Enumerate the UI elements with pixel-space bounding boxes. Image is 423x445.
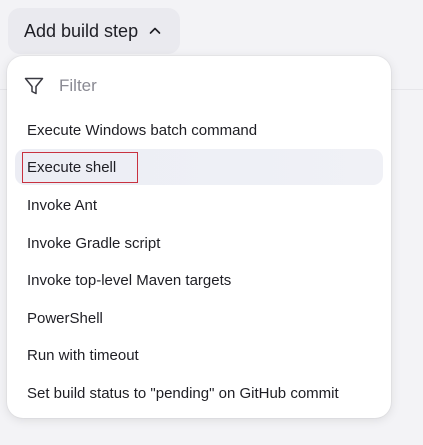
chevron-up-icon <box>148 24 162 38</box>
page: Add build step Execute Windows batch com… <box>0 0 423 445</box>
menu-item-label: Set build status to "pending" on GitHub … <box>27 384 339 402</box>
menu-item-label: Execute Windows batch command <box>27 121 258 139</box>
filter-input[interactable] <box>59 76 339 96</box>
menu-item-set-build-status-pending[interactable]: Set build status to "pending" on GitHub … <box>15 375 383 411</box>
build-step-dropdown: Execute Windows batch command Execute sh… <box>7 56 391 418</box>
filter-icon <box>23 75 45 97</box>
menu-item-label: Execute shell <box>27 158 117 176</box>
menu-item-powershell[interactable]: PowerShell <box>15 300 383 336</box>
menu-item-label: Invoke top-level Maven targets <box>27 271 232 289</box>
add-build-step-label: Add build step <box>24 20 139 41</box>
menu-item-execute-windows-batch-command[interactable]: Execute Windows batch command <box>15 112 383 148</box>
menu-item-label: Run with timeout <box>27 346 139 364</box>
menu-item-invoke-maven-targets[interactable]: Invoke top-level Maven targets <box>15 262 383 298</box>
add-build-step-button[interactable]: Add build step <box>8 8 181 54</box>
menu-item-invoke-gradle-script[interactable]: Invoke Gradle script <box>15 225 383 261</box>
menu-item-invoke-ant[interactable]: Invoke Ant <box>15 187 383 223</box>
menu-item-run-with-timeout[interactable]: Run with timeout <box>15 337 383 373</box>
menu-item-label: Invoke Gradle script <box>27 234 161 252</box>
menu-item-execute-shell[interactable]: Execute shell <box>15 149 383 185</box>
filter-row <box>23 66 375 106</box>
menu-item-label: PowerShell <box>27 309 103 327</box>
menu-item-label: Invoke Ant <box>27 196 98 214</box>
